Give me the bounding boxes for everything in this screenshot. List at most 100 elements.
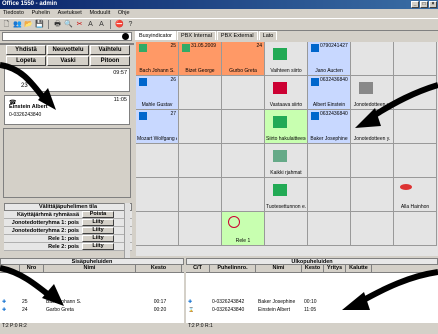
extension-cell[interactable] [136, 212, 179, 246]
menu-modules[interactable]: Moduulit [86, 10, 113, 16]
open-icon[interactable]: 📂 [24, 20, 33, 29]
minimize-button[interactable]: _ [411, 1, 419, 8]
extension-cell[interactable]: Siirto hakulaitteesen [265, 110, 308, 144]
queue-status: T:2 P:0 R:2 [2, 323, 27, 329]
font-icon[interactable]: A [86, 20, 95, 29]
connect-button[interactable]: Yhdistä [6, 45, 46, 55]
extension-cell[interactable] [394, 212, 437, 246]
extension-name: Gurbo Greta [229, 68, 257, 74]
call-time: 11:05 [113, 97, 127, 103]
stop-icon[interactable]: ⛔ [115, 20, 124, 29]
extension-grid: 25 Bach Johann S. 31.05.2009 Bizet Georg… [136, 42, 438, 256]
menu-help[interactable]: Ohje [115, 10, 133, 16]
status-action-button[interactable]: Liity [82, 235, 114, 242]
cut-icon[interactable]: ✂ [75, 20, 84, 29]
status-action-button[interactable]: Poista [82, 211, 114, 218]
status-label: Jonotedotteryhma 1: pois [11, 219, 79, 226]
preview-icon[interactable]: 🔍 [64, 20, 73, 29]
extension-cell[interactable] [136, 144, 179, 178]
status-icon [311, 78, 319, 86]
extension-cell[interactable] [222, 76, 265, 110]
maximize-button[interactable]: □ [420, 1, 428, 8]
extension-cell[interactable] [179, 76, 222, 110]
extension-cell[interactable] [222, 178, 265, 212]
print-icon[interactable]: 🖶 [53, 20, 62, 29]
extension-cell[interactable]: Rele 1 [222, 212, 265, 246]
tab-busyindicator[interactable]: Busyindicator [135, 31, 177, 40]
extension-cell[interactable] [394, 42, 437, 76]
status-action-button[interactable]: Liity [82, 227, 114, 234]
call-time: 09:57 [113, 70, 127, 76]
extension-cell[interactable]: Vaihteen siirto [265, 42, 308, 76]
extension-name: Jano Aucten [315, 68, 343, 74]
status-action-button[interactable]: Liity [82, 243, 114, 250]
extension-cell[interactable] [351, 178, 394, 212]
extension-cell[interactable] [222, 110, 265, 144]
extension-cell[interactable] [351, 212, 394, 246]
extension-name: Baker Josephine [310, 136, 348, 142]
arrow-annotation [0, 265, 64, 306]
extension-cell[interactable] [179, 144, 222, 178]
extension-name: Rele 1 [235, 238, 251, 244]
extension-cell[interactable]: 25 Bach Johann S. [136, 42, 179, 76]
tab-pbx-internal[interactable]: PBX Internal [177, 31, 216, 40]
menu-phone[interactable]: Puhelin [29, 10, 53, 16]
extension-cell[interactable] [179, 178, 222, 212]
extension-cell[interactable]: 27 Mozart Wolfgang A. [136, 110, 179, 144]
swap-button[interactable]: Vaihtelu [90, 45, 130, 55]
relay-icon [228, 216, 240, 228]
extension-cell[interactable] [265, 212, 308, 246]
tab-bar: Busyindicator PBX Internal PBX External … [135, 31, 438, 40]
call-list-area [3, 128, 131, 198]
users-icon[interactable]: 👥 [13, 20, 22, 29]
extension-cell[interactable] [308, 178, 351, 212]
save-icon[interactable]: 💾 [35, 20, 44, 29]
extension-cell[interactable] [179, 110, 222, 144]
col-duration[interactable]: Kesto [136, 265, 182, 272]
help-icon[interactable]: ? [126, 20, 135, 29]
font-size-icon[interactable]: A [97, 20, 106, 29]
extension-cell[interactable] [308, 144, 351, 178]
menu-file[interactable]: Tiedosto [0, 10, 27, 16]
extension-cell[interactable] [351, 42, 394, 76]
window-title: Office 1550 - admin [2, 1, 58, 7]
extension-cell[interactable] [351, 144, 394, 178]
status-title: Välittäjäpuhelimen tila [4, 203, 132, 211]
status-label: Jonotedotteryhma 2: pois [11, 227, 79, 234]
extension-cell[interactable] [179, 212, 222, 246]
close-button[interactable]: × [429, 1, 437, 8]
extension-cell[interactable]: 26 Mahle Gustav [136, 76, 179, 110]
extension-cell[interactable] [222, 144, 265, 178]
hold-button[interactable]: Pitoon [90, 56, 130, 66]
extension-name: Bizet George [185, 68, 215, 74]
dial-icon[interactable] [122, 33, 129, 40]
extension-name: Alla Hainhon [400, 204, 430, 210]
extension-cell[interactable]: 0790241427 Jano Aucten [308, 42, 351, 76]
extension-cell[interactable] [394, 144, 437, 178]
search-input[interactable] [2, 32, 132, 41]
menu-settings[interactable]: Asetukset [55, 10, 85, 16]
outgoing-status: T:2 P:0 R:1 [188, 323, 213, 329]
conference-button[interactable]: Neuvottelu [47, 45, 89, 55]
status-action-button[interactable]: Liity [82, 219, 114, 226]
tab-pbx-external[interactable]: PBX External [216, 31, 258, 40]
extension-cell[interactable] [308, 212, 351, 246]
status-scrollbar[interactable] [124, 203, 130, 261]
extension-cell[interactable]: Alla Hainhon [394, 178, 437, 212]
extension-cell[interactable]: Kaikki rjahmat [265, 144, 308, 178]
extension-cell[interactable]: Tuotesettunnon e. [265, 178, 308, 212]
extension-cell[interactable]: Vastaava siirto [265, 76, 308, 110]
extension-name: Mahle Gustav [141, 102, 173, 108]
phone-icon: ✚ [188, 299, 193, 305]
extension-cell[interactable] [136, 178, 179, 212]
status-icon [311, 112, 319, 120]
extension-name: Siirto hakulaitteesen [266, 136, 306, 142]
toolbar-separator [48, 20, 49, 29]
status-icon [139, 112, 147, 120]
extension-cell[interactable]: 24 Gurbo Greta [222, 42, 265, 76]
extension-name: Albert Einstein [312, 102, 346, 108]
extension-cell[interactable]: 31.05.2009 Bizet George [179, 42, 222, 76]
new-icon[interactable]: 🗋 [2, 20, 11, 29]
tab-lato[interactable]: Lato [258, 31, 278, 40]
arrow-annotation [355, 82, 438, 128]
